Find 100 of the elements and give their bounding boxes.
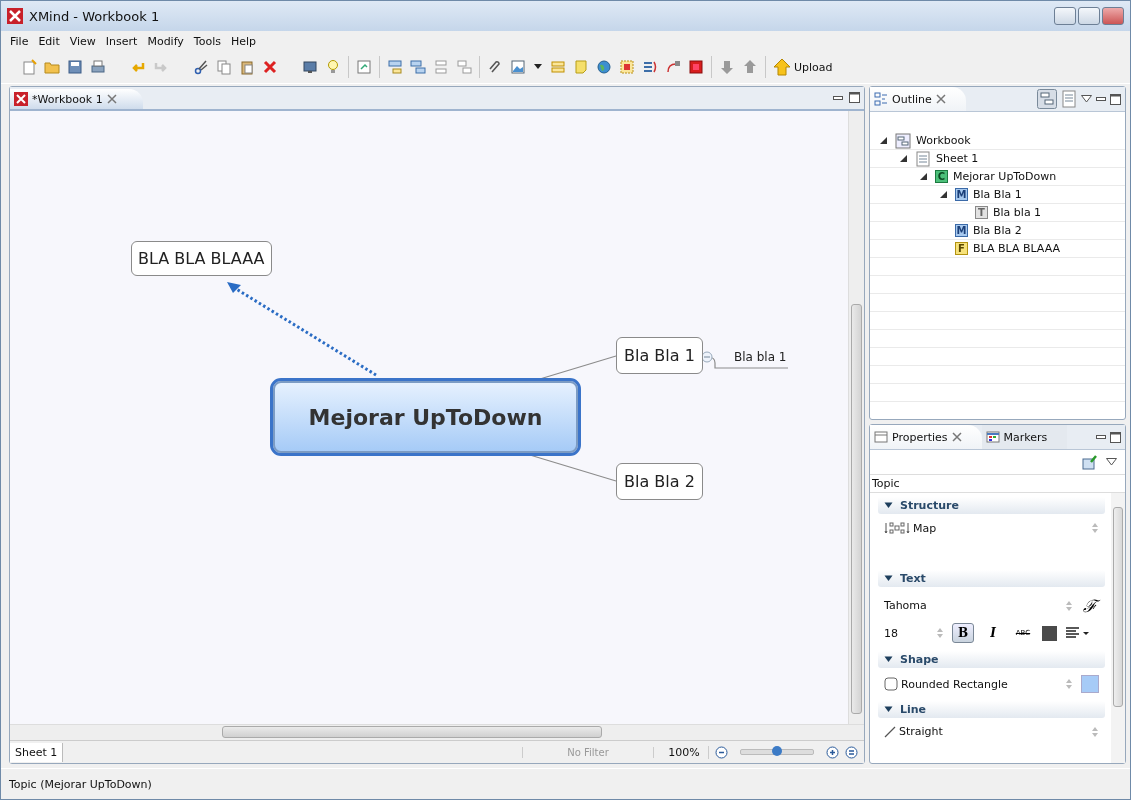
section-header[interactable]: Text <box>878 570 1105 587</box>
expand-arrow-icon[interactable] <box>939 190 948 199</box>
vertical-scrollbar[interactable] <box>848 111 864 724</box>
subtopic-icon[interactable] <box>410 59 426 75</box>
tree-item[interactable]: M Bla Bla 1 <box>870 186 1125 204</box>
expand-arrow-icon[interactable] <box>899 154 908 163</box>
close-icon[interactable] <box>935 94 946 104</box>
monitor-icon[interactable] <box>302 59 318 75</box>
central-topic[interactable]: Mejorar UpToDown <box>273 381 578 453</box>
clipboard-icon[interactable] <box>239 59 255 75</box>
topic[interactable]: BLA BLA BLAAA <box>131 241 272 276</box>
shape-select[interactable]: Rounded Rectangle <box>884 677 1073 691</box>
view-menu-icon[interactable] <box>1081 95 1092 103</box>
structure-select[interactable]: Map <box>884 521 1099 535</box>
delete-icon[interactable] <box>262 59 278 75</box>
scissors-icon[interactable] <box>193 59 209 75</box>
panel-tab[interactable]: Properties <box>870 425 982 449</box>
zoom-slider[interactable] <box>740 749 814 755</box>
up-arrow-icon[interactable] <box>742 59 758 75</box>
line-select[interactable]: Straight <box>884 725 1099 738</box>
upload-button[interactable]: Upload <box>773 58 833 76</box>
panel-tab[interactable]: Outline <box>870 87 966 111</box>
maximize-icon[interactable] <box>849 92 860 103</box>
topic-type-badge: F <box>955 242 968 255</box>
sheet-icon <box>915 150 931 167</box>
minimize-button[interactable] <box>1054 7 1076 25</box>
tree-item[interactable]: Workbook <box>870 132 1125 150</box>
tree-item[interactable]: M Bla Bla 2 <box>870 222 1125 240</box>
save-icon[interactable] <box>67 59 83 75</box>
collapse-arrow-icon[interactable] <box>884 502 893 509</box>
tree-item[interactable]: T Bla bla 1 <box>870 204 1125 222</box>
collapse-arrow-icon[interactable] <box>884 706 893 713</box>
maximize-icon[interactable] <box>1110 93 1121 105</box>
label-icon[interactable] <box>619 59 635 75</box>
menu-item[interactable]: Tools <box>188 34 226 48</box>
menu-item[interactable]: Edit <box>33 34 65 48</box>
bold-button[interactable]: B <box>952 623 974 643</box>
collapse-arrow-icon[interactable] <box>884 656 893 663</box>
boundary-icon[interactable] <box>550 59 566 75</box>
straight-line-icon <box>884 725 896 738</box>
globe-icon[interactable] <box>596 59 612 75</box>
tree-view-icon[interactable] <box>1037 89 1057 109</box>
properties-heading: Topic <box>872 477 900 490</box>
copy-icon[interactable] <box>216 59 232 75</box>
section-header[interactable]: Structure <box>878 497 1105 514</box>
view-menu-icon[interactable] <box>1106 458 1117 466</box>
section-header[interactable]: Line <box>878 701 1105 718</box>
text-color-swatch[interactable] <box>1042 625 1057 641</box>
tree-item[interactable]: C Mejorar UpToDown <box>870 168 1125 186</box>
menu-item[interactable]: File <box>5 34 34 48</box>
map-edit-icon[interactable] <box>356 59 372 75</box>
menu-item[interactable]: Modify <box>142 34 189 48</box>
lightbulb-icon[interactable] <box>325 59 341 75</box>
folder-icon[interactable] <box>44 59 60 75</box>
topic-icon[interactable] <box>387 59 403 75</box>
expand-arrow-icon[interactable] <box>879 136 888 145</box>
new-file-icon[interactable] <box>21 59 37 75</box>
expand-arrow-icon[interactable] <box>919 172 928 181</box>
image-icon[interactable] <box>510 59 526 75</box>
topic[interactable]: Bla Bla 2 <box>616 463 703 500</box>
italic-button[interactable]: I <box>982 623 1004 643</box>
collapse-arrow-icon[interactable] <box>884 575 893 582</box>
stop-icon[interactable] <box>688 59 704 75</box>
pin-icon[interactable] <box>1082 454 1098 470</box>
close-button[interactable] <box>1102 7 1124 25</box>
tree-item[interactable]: Sheet 1 <box>870 150 1125 168</box>
font-size-select[interactable]: 18 <box>884 626 944 640</box>
font-button[interactable]: ℱ <box>1081 594 1099 617</box>
topic[interactable]: Bla Bla 1 <box>616 337 703 374</box>
editor-tab[interactable]: *Workbook 1 <box>10 89 143 109</box>
markers-icon <box>985 430 1000 444</box>
relationship-arrow[interactable] <box>227 282 377 377</box>
down-arrow-icon[interactable] <box>719 59 735 75</box>
maximize-button[interactable] <box>1078 7 1100 25</box>
sheet-tab[interactable]: Sheet 1 <box>10 742 64 762</box>
summary-icon[interactable] <box>642 59 658 75</box>
fill-color-swatch[interactable] <box>1081 675 1099 693</box>
close-icon[interactable] <box>106 94 117 104</box>
maximize-icon[interactable] <box>1110 431 1121 443</box>
menu-item[interactable]: View <box>64 34 101 48</box>
paperclip-icon[interactable] <box>487 59 503 75</box>
close-icon[interactable] <box>951 432 962 442</box>
zoom-in-icon[interactable] <box>826 745 839 759</box>
zoom-out-icon[interactable] <box>715 745 728 759</box>
align-left-icon[interactable] <box>1065 626 1089 640</box>
up-arrow-icon <box>773 58 791 76</box>
topic[interactable]: Bla bla 1 <box>726 346 795 368</box>
workbook-icon <box>895 132 911 149</box>
menu-item[interactable]: Insert <box>100 34 143 48</box>
vertical-scrollbar[interactable] <box>1111 493 1125 763</box>
print-icon[interactable] <box>90 59 106 75</box>
tree-item[interactable]: F BLA BLA BLAAA <box>870 240 1125 258</box>
menu-item[interactable]: Help <box>225 34 262 48</box>
section-header[interactable]: Shape <box>878 651 1105 668</box>
relationship-icon[interactable] <box>665 59 681 75</box>
zoom-fit-icon[interactable] <box>845 745 858 759</box>
font-select[interactable]: Tahoma <box>884 599 1073 612</box>
rounded-rectangle-icon <box>884 677 898 691</box>
panel-tab[interactable]: Markers <box>981 425 1068 449</box>
horizontal-scrollbar[interactable] <box>10 724 864 740</box>
